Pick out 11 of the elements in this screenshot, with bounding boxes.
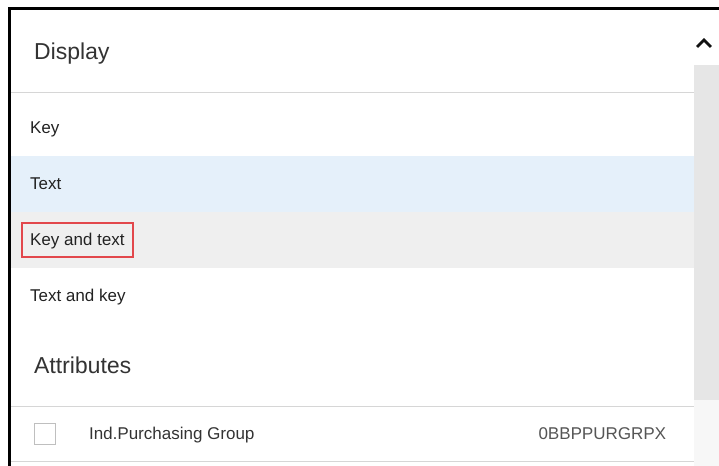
scroll-up-icon[interactable] <box>695 36 713 48</box>
option-label: Text <box>29 173 62 195</box>
option-label: Text and key <box>29 285 126 307</box>
option-label: Key <box>29 117 60 139</box>
scrollbar-thumb[interactable] <box>694 65 719 400</box>
attribute-label: Ind.Purchasing Group <box>89 424 256 444</box>
checkbox[interactable] <box>34 423 56 445</box>
attribute-key: 0BBPPURGRPX <box>538 424 666 444</box>
option-label: Key and text <box>21 222 134 258</box>
option-item[interactable]: Key and text <box>11 212 694 268</box>
option-item[interactable]: Text <box>11 156 694 212</box>
